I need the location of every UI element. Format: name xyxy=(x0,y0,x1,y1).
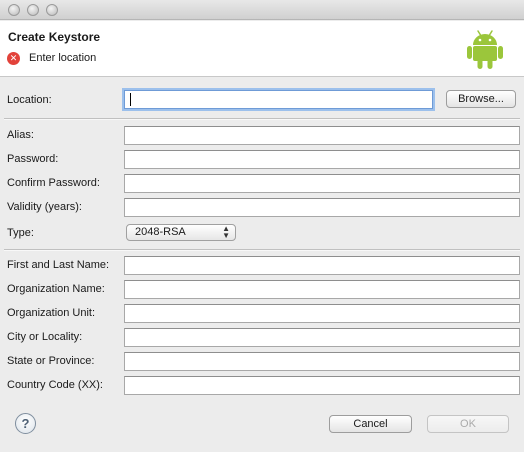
validity-input[interactable] xyxy=(124,198,520,217)
type-select[interactable]: 2048-RSA ▲ ▼ xyxy=(126,224,236,241)
ok-button[interactable]: OK xyxy=(427,415,509,433)
confirm-password-label: Confirm Password: xyxy=(7,177,100,189)
type-label: Type: xyxy=(7,227,34,239)
status-message: Enter location xyxy=(29,52,97,64)
country-code-input[interactable] xyxy=(124,376,520,395)
password-label: Password: xyxy=(7,153,59,165)
error-icon: ✕ xyxy=(7,52,20,65)
state-label: State or Province: xyxy=(7,355,95,367)
zoom-window-icon[interactable] xyxy=(46,4,58,16)
close-window-icon[interactable] xyxy=(8,4,20,16)
browse-button[interactable]: Browse... xyxy=(446,90,516,108)
name-input[interactable] xyxy=(124,256,520,275)
type-select-value: 2048-RSA xyxy=(135,226,186,238)
separator xyxy=(4,118,520,120)
organization-name-label: Organization Name: xyxy=(7,283,105,295)
validity-label: Validity (years): xyxy=(7,201,82,213)
android-icon xyxy=(467,30,503,69)
separator xyxy=(4,249,520,251)
cancel-button[interactable]: Cancel xyxy=(329,415,412,433)
window-titlebar xyxy=(0,0,524,20)
city-label: City or Locality: xyxy=(7,331,83,343)
state-input[interactable] xyxy=(124,352,520,371)
organization-name-input[interactable] xyxy=(124,280,520,299)
dialog-title: Create Keystore xyxy=(8,30,101,44)
alias-label: Alias: xyxy=(7,129,34,141)
password-input[interactable] xyxy=(124,150,520,169)
name-label: First and Last Name: xyxy=(7,259,110,271)
confirm-password-input[interactable] xyxy=(124,174,520,193)
select-stepper-icon: ▲ ▼ xyxy=(222,224,230,240)
organization-unit-input[interactable] xyxy=(124,304,520,323)
city-input[interactable] xyxy=(124,328,520,347)
location-input[interactable] xyxy=(124,90,433,109)
minimize-window-icon[interactable] xyxy=(27,4,39,16)
dialog-banner: Create Keystore ✕ Enter location xyxy=(0,21,524,77)
help-icon[interactable]: ? xyxy=(15,413,36,434)
location-label: Location: xyxy=(7,94,52,106)
organization-unit-label: Organization Unit: xyxy=(7,307,96,319)
country-code-label: Country Code (XX): xyxy=(7,379,103,391)
alias-input[interactable] xyxy=(124,126,520,145)
text-caret xyxy=(130,93,131,106)
